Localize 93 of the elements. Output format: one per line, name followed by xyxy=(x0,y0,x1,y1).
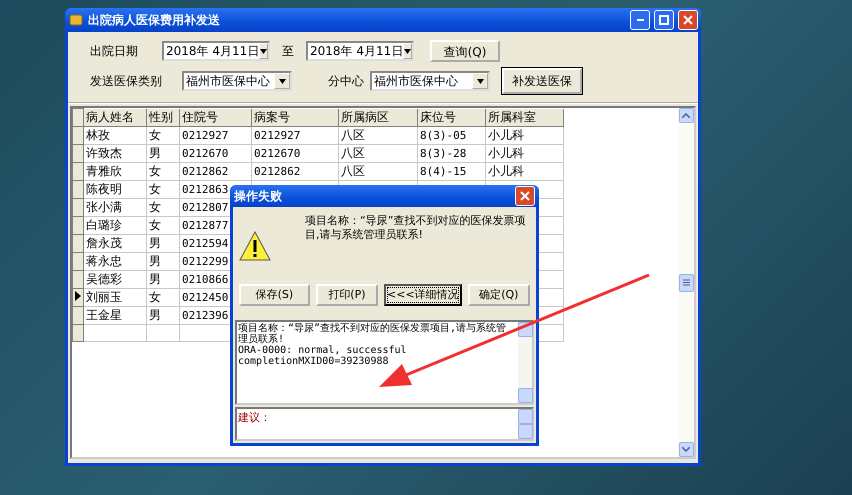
dropdown-icon[interactable] xyxy=(274,73,290,89)
resend-button[interactable]: 补发送医保 xyxy=(502,68,582,94)
minimize-icon xyxy=(636,19,644,21)
scrollbar[interactable] xyxy=(518,322,532,403)
scroll-thumb-icon[interactable] xyxy=(682,279,690,286)
scrollbar[interactable] xyxy=(518,408,532,439)
table-cell: 8(3)-05 xyxy=(418,126,486,144)
column-header[interactable]: 病人姓名 xyxy=(84,108,146,126)
center-combo[interactable]: 福州市医保中心 xyxy=(370,71,490,91)
table-cell: 青雅欣 xyxy=(84,162,146,180)
table-cell: 詹永茂 xyxy=(84,234,146,252)
type-combo[interactable]: 福州市医保中心 xyxy=(182,71,292,91)
dialog-button[interactable]: 确定(Q) xyxy=(468,284,530,306)
suggestion-label: 建议： xyxy=(237,410,272,426)
dropdown-icon[interactable] xyxy=(259,43,268,59)
table-cell: 女 xyxy=(146,162,180,180)
dropdown-icon[interactable] xyxy=(403,43,412,59)
table-cell: 蒋永忠 xyxy=(84,252,146,270)
row-header[interactable] xyxy=(72,234,84,252)
column-header[interactable]: 床位号 xyxy=(418,108,486,126)
minimize-button[interactable] xyxy=(630,10,650,30)
table-cell: 8(4)-15 xyxy=(418,162,486,180)
table-cell: 许致杰 xyxy=(84,144,146,162)
table-cell: 0212862 xyxy=(252,162,338,180)
column-header[interactable]: 性别 xyxy=(146,108,180,126)
row-header[interactable] xyxy=(72,252,84,270)
table-cell: 女 xyxy=(146,126,180,144)
app-icon xyxy=(68,12,84,28)
table-cell: 吴德彩 xyxy=(84,270,146,288)
table-cell: 小儿科 xyxy=(486,144,564,162)
table-cell: 女 xyxy=(146,198,180,216)
warning-icon xyxy=(239,231,271,262)
table-cell: 女 xyxy=(146,180,180,198)
scroll-up-icon[interactable] xyxy=(682,113,690,118)
row-pointer-icon[interactable] xyxy=(72,288,84,306)
table-cell: 男 xyxy=(146,306,180,324)
table-cell: 8(3)-28 xyxy=(418,144,486,162)
date-from-field[interactable]: 2018年 4月11日 xyxy=(162,41,270,61)
scroll-down-icon[interactable] xyxy=(682,447,690,452)
table-cell: 林孜 xyxy=(84,126,146,144)
close-icon xyxy=(520,191,530,202)
close-button[interactable] xyxy=(515,186,535,206)
table-cell: 0212862 xyxy=(180,162,252,180)
column-header[interactable]: 所属病区 xyxy=(338,108,418,126)
table-cell: 王金星 xyxy=(84,306,146,324)
table-cell: 小儿科 xyxy=(486,126,564,144)
details-text: 项目名称：“导尿”查找不到对应的医保发票项目,请与系统管理员联系! ORA-0000: normal, successful completionMXID00=39230988 xyxy=(237,322,508,369)
table-cell: 小儿科 xyxy=(486,162,564,180)
table-cell: 八区 xyxy=(338,144,418,162)
row-header[interactable] xyxy=(72,180,84,198)
row-header[interactable] xyxy=(72,162,84,180)
column-header[interactable]: 病案号 xyxy=(252,108,338,126)
column-header[interactable]: 所属科室 xyxy=(486,108,564,126)
query-button[interactable]: 查询(Q) xyxy=(430,40,500,62)
table-cell: 男 xyxy=(146,234,180,252)
maximize-button[interactable] xyxy=(654,10,674,30)
row-header[interactable] xyxy=(72,126,84,144)
table-cell: 八区 xyxy=(338,162,418,180)
table-cell: 0212670 xyxy=(180,144,252,162)
row-header[interactable] xyxy=(72,216,84,234)
dropdown-icon[interactable] xyxy=(472,73,488,89)
row-header[interactable] xyxy=(72,198,84,216)
column-header[interactable]: 住院号 xyxy=(180,108,252,126)
table-cell: 男 xyxy=(146,252,180,270)
window-title: 出院病人医保费用补发送 xyxy=(88,12,221,28)
table-cell: 张小满 xyxy=(84,198,146,216)
table-cell: 男 xyxy=(146,144,180,162)
table-cell: 0212670 xyxy=(252,144,338,162)
scrollbar[interactable] xyxy=(678,108,694,457)
table-cell: 八区 xyxy=(338,126,418,144)
date-to-field[interactable]: 2018年 4月11日 xyxy=(306,41,414,61)
close-icon xyxy=(683,15,693,25)
details-field[interactable]: 项目名称：“导尿”查找不到对应的医保发票项目,请与系统管理员联系! ORA-0000: normal, successful completionMXID00=39230988 xyxy=(235,320,534,405)
dialog-button[interactable]: <<<详细情况 xyxy=(384,284,462,306)
table-cell: 女 xyxy=(146,288,180,306)
date-label: 出院日期 xyxy=(90,42,139,60)
table-cell: 女 xyxy=(146,216,180,234)
table-cell: 刘丽玉 xyxy=(84,288,146,306)
to-label: 至 xyxy=(282,42,294,60)
row-header[interactable] xyxy=(72,144,84,162)
dialog-button[interactable]: 保存(S) xyxy=(239,284,310,306)
close-button[interactable] xyxy=(678,10,698,30)
maximize-icon xyxy=(659,15,669,25)
table-cell: 男 xyxy=(146,270,180,288)
table-cell: 陈夜明 xyxy=(84,180,146,198)
center-label: 分中心 xyxy=(328,72,364,90)
type-label: 发送医保类别 xyxy=(90,72,163,90)
table-cell: 白璐珍 xyxy=(84,216,146,234)
suggestion-field[interactable]: 建议： xyxy=(235,406,534,441)
error-message: 项目名称：“导尿”查找不到对应的医保发票项目,请与系统管理员联系! xyxy=(305,213,526,244)
table-cell: 0212927 xyxy=(180,126,252,144)
dialog-button[interactable]: 打印(P) xyxy=(316,284,378,306)
table-cell: 0212927 xyxy=(252,126,338,144)
